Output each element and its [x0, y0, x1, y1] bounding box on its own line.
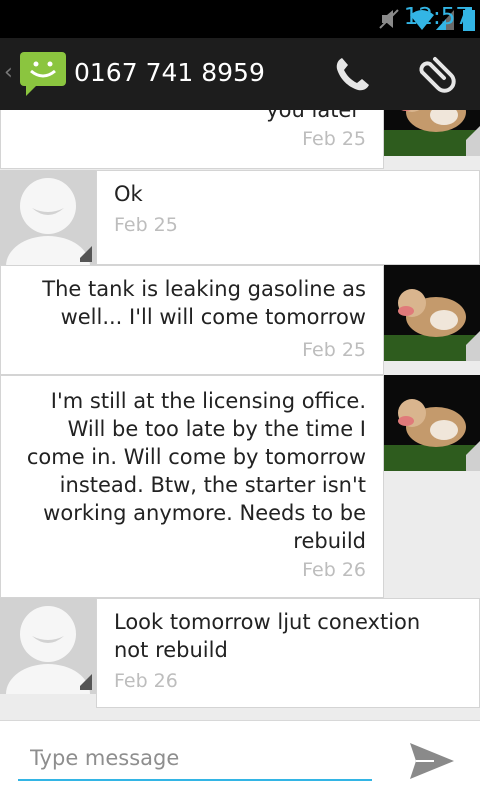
- message-sent[interactable]: you later Feb 25: [0, 110, 480, 169]
- message-sent[interactable]: The tank is leaking gasoline as well... …: [0, 265, 480, 375]
- contact-number: 0167 741 8959: [74, 58, 265, 87]
- message-time: Feb 25: [302, 128, 366, 150]
- action-bar: ‹ 0167 741 8959: [0, 38, 480, 110]
- message-text: Ok: [114, 182, 143, 206]
- message-text: The tank is leaking gasoline as well... …: [42, 277, 366, 329]
- message-received[interactable]: Look tomorrow ljut conextion not rebuild…: [0, 598, 480, 720]
- back-chevron-icon[interactable]: ‹: [4, 60, 13, 85]
- contact-avatar[interactable]: [0, 598, 96, 720]
- message-text: I'm still at the licensing office. Will …: [26, 389, 366, 553]
- message-text: Look tomorrow ljut conextion not rebuild: [114, 610, 421, 662]
- compose-bar: [0, 720, 480, 801]
- messaging-app-icon[interactable]: [18, 50, 68, 98]
- my-avatar[interactable]: [384, 375, 480, 471]
- conversation-list[interactable]: you later Feb 25 Ok Feb 25 The tank is l…: [0, 110, 480, 720]
- message-text: you later: [266, 110, 360, 122]
- call-icon[interactable]: [330, 52, 376, 98]
- message-time: Feb 25: [114, 214, 178, 236]
- message-input[interactable]: [18, 737, 372, 781]
- my-avatar[interactable]: [384, 110, 480, 156]
- send-icon[interactable]: [406, 739, 458, 783]
- status-bar: 12:57: [0, 0, 480, 38]
- status-time: 12:57: [403, 4, 470, 30]
- message-received[interactable]: Ok Feb 25: [0, 170, 480, 296]
- message-time: Feb 26: [302, 559, 366, 581]
- attach-icon[interactable]: [412, 52, 458, 98]
- contact-avatar[interactable]: [0, 170, 96, 296]
- my-avatar[interactable]: [384, 265, 480, 361]
- message-sent[interactable]: I'm still at the licensing office. Will …: [0, 375, 480, 598]
- message-time: Feb 26: [114, 670, 178, 692]
- mute-icon: [379, 9, 399, 29]
- message-time: Feb 25: [302, 339, 366, 361]
